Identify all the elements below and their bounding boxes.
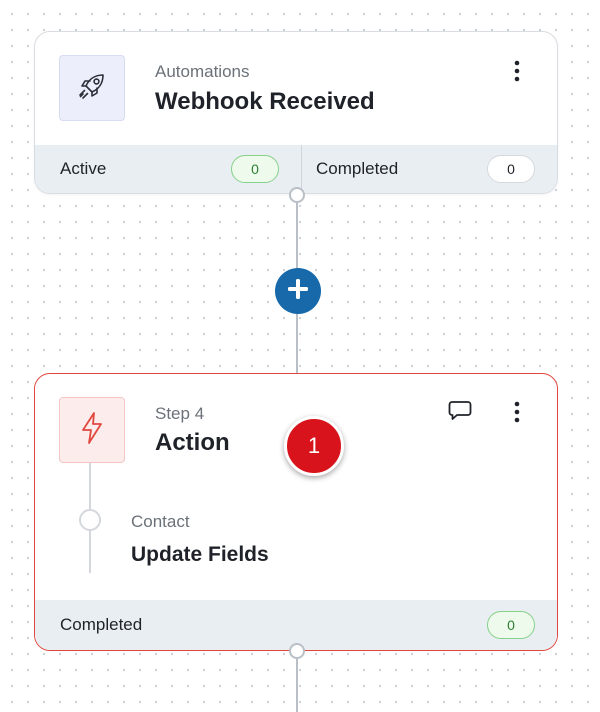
action-title: Action [155,429,230,456]
trigger-stats-bar: Active 0 Completed 0 [35,145,557,193]
action-card[interactable]: Step 4 Action Contact Update Fields Comp… [34,373,558,651]
active-stat[interactable]: Active 0 [35,145,301,193]
trigger-title: Webhook Received [155,88,375,115]
trigger-menu-button[interactable] [507,59,527,87]
comment-button[interactable] [447,400,473,426]
trigger-subtitle: Automations [155,62,250,81]
action-subtitle: Step 4 [155,404,205,423]
kebab-icon [514,401,520,428]
active-label: Active [60,159,107,178]
action-menu-button[interactable] [507,400,527,428]
completed-count-badge: 0 [487,155,535,183]
action-detail-subtitle: Contact [131,512,190,531]
rocket-icon [75,69,109,108]
lightning-icon [79,411,105,450]
trigger-icon-box [59,55,125,121]
action-icon-box [59,397,125,463]
kebab-icon [514,60,520,87]
connector-line-bottom [296,651,298,712]
add-step-button[interactable] [275,268,321,314]
completed-stat[interactable]: Completed 0 [301,145,557,193]
action-completed-label: Completed [60,615,143,634]
action-detail-node [79,509,101,531]
action-output-port[interactable] [289,643,305,659]
comment-icon [448,400,472,427]
completed-label: Completed [316,159,399,178]
trigger-output-port[interactable] [289,187,305,203]
step-marker-badge: 1 [284,416,344,476]
action-detail-title[interactable]: Update Fields [131,543,269,567]
plus-icon [287,278,309,305]
active-count-badge: 0 [231,155,279,183]
action-completed-count-badge: 0 [487,611,535,639]
trigger-card[interactable]: Automations Webhook Received Active 0 Co… [34,31,558,194]
